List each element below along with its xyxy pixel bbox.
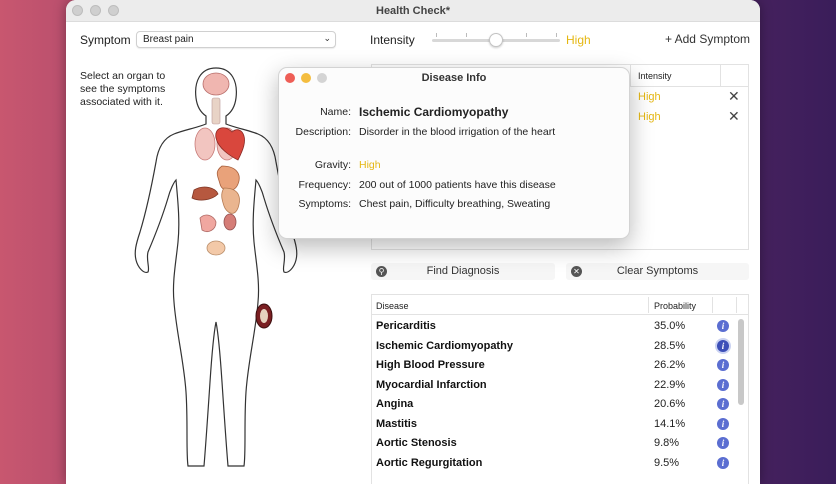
disease-table: Disease Probability Pericarditis 35.0% i… — [371, 294, 749, 484]
column-divider — [648, 297, 649, 313]
gravity-value: High — [359, 159, 381, 171]
description-value: Disorder in the blood irrigation of the … — [359, 126, 556, 138]
left-lung-organ[interactable] — [194, 127, 216, 161]
disease-row[interactable]: Pericarditis 35.0% i — [372, 317, 738, 337]
intensity-slider[interactable] — [432, 33, 560, 47]
disease-probability: 9.5% — [654, 456, 680, 469]
title-bar: Health Check* — [66, 0, 760, 22]
minimize-popup-button[interactable] — [301, 73, 311, 83]
close-window-button[interactable] — [72, 5, 83, 16]
info-icon[interactable]: i — [717, 320, 729, 332]
info-icon[interactable]: i — [717, 417, 729, 430]
gravity-label: Gravity: — [314, 159, 351, 171]
find-diagnosis-label: Find Diagnosis — [426, 265, 500, 277]
throat-organ[interactable] — [211, 97, 221, 125]
intensity-label: Intensity — [370, 33, 415, 47]
symptom-dropdown-value: Breast pain — [143, 34, 194, 45]
disease-probability: 28.5% — [654, 339, 686, 352]
intensity-slider-knob[interactable] — [489, 33, 503, 47]
remove-symptom-icon[interactable]: ✕ — [728, 108, 740, 125]
close-popup-button[interactable] — [285, 73, 295, 83]
intensity-value: High — [566, 33, 591, 47]
name-label: Name: — [320, 106, 351, 118]
clear-symptoms-button[interactable]: ✕ Clear Symptoms — [566, 263, 749, 280]
uterus-organ[interactable] — [199, 214, 217, 232]
disease-name: Aortic Stenosis — [376, 437, 457, 449]
symptom-label: Symptom — [80, 33, 131, 47]
header-intensity[interactable]: Intensity — [638, 71, 672, 81]
window-title: Health Check* — [376, 5, 450, 17]
chevron-down-icon: ⌄ — [323, 33, 331, 43]
info-icon[interactable]: i — [717, 359, 729, 371]
header-probability[interactable]: Probability — [654, 301, 696, 311]
scrollbar[interactable] — [738, 319, 744, 405]
window-controls — [72, 5, 119, 16]
disease-table-header: Disease Probability — [372, 295, 748, 315]
zoom-popup-button[interactable] — [317, 73, 327, 83]
body-outline — [134, 67, 298, 467]
disease-probability: 26.2% — [654, 359, 686, 371]
add-symptom-button[interactable]: + Add Symptom — [665, 32, 750, 46]
symptom-dropdown[interactable]: Breast pain ⌄ — [136, 31, 336, 48]
slider-tick — [556, 33, 557, 37]
disease-row[interactable]: Angina 20.6% i — [372, 395, 738, 415]
disease-name: Angina — [376, 398, 414, 410]
clear-symptoms-label: Clear Symptoms — [616, 265, 699, 277]
symptom-intensity: High — [638, 91, 661, 103]
disease-info-popup: Disease Info Name: Ischemic Cardiomyopat… — [278, 67, 630, 239]
slider-tick — [526, 33, 527, 37]
disease-name: Myocardial Infarction — [376, 378, 487, 391]
description-label: Description: — [295, 126, 351, 138]
knee-joint-inner — [260, 309, 268, 323]
column-divider — [630, 65, 631, 87]
bladder-organ[interactable] — [206, 240, 226, 256]
disease-row[interactable]: Aortic Stenosis 9.8% i — [372, 434, 738, 454]
symptoms-label: Symptoms: — [298, 198, 351, 210]
header-disease[interactable]: Disease — [376, 301, 409, 311]
slider-tick — [466, 33, 467, 37]
popup-title: Disease Info — [421, 72, 487, 84]
slider-tick — [436, 33, 437, 37]
column-divider — [712, 297, 713, 313]
symptom-intensity: High — [638, 111, 661, 123]
disease-name: Ischemic Cardiomyopathy — [376, 339, 513, 352]
name-value: Ischemic Cardiomyopathy — [359, 105, 509, 119]
disease-probability: 22.9% — [654, 378, 686, 391]
frequency-value: 200 out of 1000 patients have this disea… — [359, 179, 556, 191]
disease-probability: 14.1% — [654, 417, 686, 430]
disease-probability: 9.8% — [654, 437, 680, 449]
disease-row[interactable]: Mastitis 14.1% i — [372, 415, 738, 435]
info-icon[interactable]: i — [717, 398, 729, 410]
disease-row[interactable]: High Blood Pressure 26.2% i — [372, 356, 738, 376]
column-divider — [720, 65, 721, 87]
disease-name: Pericarditis — [376, 320, 436, 332]
disease-probability: 20.6% — [654, 398, 686, 410]
column-divider — [736, 297, 737, 313]
symptoms-value: Chest pain, Difficulty breathing, Sweati… — [359, 198, 551, 210]
find-diagnosis-button[interactable]: ⚲ Find Diagnosis — [371, 263, 555, 280]
info-icon[interactable]: i — [717, 437, 729, 449]
info-icon[interactable]: i — [717, 378, 729, 391]
info-icon[interactable]: i — [717, 456, 729, 469]
disease-row[interactable]: Ischemic Cardiomyopathy 28.5% i — [372, 337, 738, 357]
disease-name: High Blood Pressure — [376, 359, 485, 371]
disease-row[interactable]: Myocardial Infarction 22.9% i — [372, 376, 738, 396]
frequency-label: Frequency: — [298, 179, 351, 191]
brain-organ[interactable] — [202, 72, 230, 96]
kidney-organ[interactable] — [223, 213, 237, 231]
disease-name: Aortic Regurgitation — [376, 456, 483, 469]
toolbar: Symptom Breast pain ⌄ Intensity High + A… — [80, 30, 750, 50]
popup-window-controls — [285, 73, 327, 83]
zoom-window-button[interactable] — [108, 5, 119, 16]
remove-symptom-icon[interactable]: ✕ — [728, 88, 740, 105]
info-icon[interactable]: i — [717, 339, 729, 352]
popup-title-bar: Disease Info — [279, 68, 629, 88]
disease-name: Mastitis — [376, 417, 417, 430]
disease-probability: 35.0% — [654, 320, 686, 332]
disease-row[interactable]: Aortic Regurgitation 9.5% i — [372, 454, 738, 474]
minimize-window-button[interactable] — [90, 5, 101, 16]
